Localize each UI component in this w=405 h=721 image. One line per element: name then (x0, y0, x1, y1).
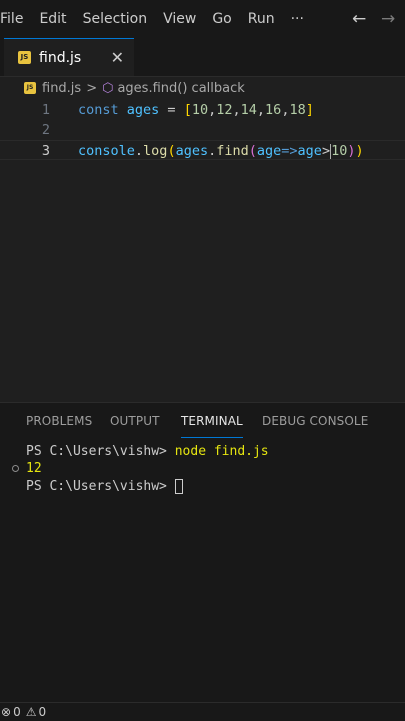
code-editor[interactable]: 1 const ages = [10,12,14,16,18] 2 3 cons… (0, 100, 405, 402)
code-token: const (78, 102, 119, 118)
code-token: 18 (289, 102, 306, 118)
menu-edit[interactable]: Edit (31, 0, 74, 38)
arrow-right-icon[interactable]: → (381, 0, 395, 38)
tab-terminal[interactable]: TERMINAL (181, 414, 243, 438)
code-token: ages (175, 143, 209, 159)
code-token: 10 (331, 143, 348, 159)
code-token: , (256, 102, 266, 118)
javascript-file-icon: JS (18, 51, 31, 64)
editor-tabs: JS find.js ✕ (0, 38, 405, 77)
code-line[interactable]: 1 const ages = [10,12,14,16,18] (0, 100, 405, 120)
tab-problems[interactable]: PROBLEMS (26, 414, 92, 428)
terminal-command: node find.js (174, 444, 269, 459)
code-token: , (232, 102, 241, 118)
arrow-left-icon[interactable]: ← (352, 0, 366, 38)
terminal-line: PS C:\Users\vishw> (26, 478, 183, 496)
code-token: 14 (240, 102, 257, 118)
code-text[interactable]: const ages = [10,12,14,16,18] (78, 100, 314, 120)
code-token: . (134, 143, 144, 159)
code-token: console (78, 143, 135, 159)
code-token: ) (355, 143, 364, 159)
menu-run[interactable]: Run (240, 0, 283, 38)
status-bar: ⊗ 0 ⚠ 0 (0, 702, 405, 721)
panel-tabs: PROBLEMS OUTPUT TERMINAL DEBUG CONSOLE (0, 403, 405, 439)
code-line-active[interactable]: 3 console.log(ages.find(age=>age>10)) (0, 140, 405, 160)
code-token: = (159, 102, 184, 118)
terminal-prompt: PS C:\Users\vishw> (26, 479, 175, 494)
code-token: . (208, 143, 217, 159)
breadcrumb: JS find.js > ⬡ ages.find() callback (0, 76, 405, 100)
line-number: 1 (41, 102, 50, 118)
code-text[interactable]: console.log(ages.find(age=>age>10)) (78, 141, 364, 161)
terminal-prompt: PS C:\Users\vishw> (26, 444, 175, 459)
code-token: , (208, 102, 217, 118)
menu-more[interactable]: ··· (283, 0, 312, 38)
method-cube-icon: ⬡ (102, 80, 114, 96)
code-token: age (256, 143, 282, 159)
code-token: => (281, 143, 298, 159)
code-token: log (143, 143, 168, 159)
close-icon[interactable]: ✕ (111, 48, 124, 67)
code-token: ages (126, 102, 160, 118)
code-line[interactable]: 2 (0, 120, 405, 140)
error-count[interactable]: 0 (13, 703, 21, 721)
code-token: ( (167, 143, 176, 159)
code-token: ] (305, 102, 314, 118)
javascript-file-icon: JS (24, 82, 36, 94)
tab-label: find.js (39, 49, 82, 66)
code-token: age (297, 143, 322, 159)
bottom-panel: PROBLEMS OUTPUT TERMINAL DEBUG CONSOLE P… (0, 402, 405, 703)
code-token: 10 (191, 102, 209, 118)
breadcrumb-separator: > (86, 80, 98, 96)
code-token: 12 (216, 102, 233, 118)
command-decoration-icon[interactable] (12, 465, 19, 472)
warning-icon[interactable]: ⚠ (26, 703, 37, 721)
terminal-output: 12 (26, 461, 42, 476)
terminal-line: PS C:\Users\vishw> node find.js (26, 443, 269, 461)
code-token: ( (248, 143, 257, 159)
breadcrumb-file[interactable]: find.js (42, 81, 81, 96)
menu-bar: File Edit Selection View Go Run ··· ← → (0, 0, 405, 38)
line-number: 3 (41, 143, 50, 159)
line-number: 2 (41, 122, 50, 138)
code-token: [ (183, 102, 192, 118)
menu-view[interactable]: View (155, 0, 204, 38)
error-icon[interactable]: ⊗ (1, 703, 11, 721)
tab-find-js[interactable]: JS find.js ✕ (4, 38, 134, 76)
menu-file[interactable]: File (0, 0, 31, 38)
code-token: find (216, 143, 249, 159)
terminal-cursor[interactable] (174, 479, 183, 494)
tab-output[interactable]: OUTPUT (110, 414, 160, 428)
warning-count[interactable]: 0 (38, 703, 46, 721)
code-token: 16 (265, 102, 282, 118)
tab-debug-console[interactable]: DEBUG CONSOLE (262, 414, 368, 428)
menu-selection[interactable]: Selection (75, 0, 156, 38)
breadcrumb-symbol[interactable]: ages.find() callback (117, 81, 244, 96)
menu-go[interactable]: Go (204, 0, 239, 38)
code-token: > (321, 143, 331, 159)
